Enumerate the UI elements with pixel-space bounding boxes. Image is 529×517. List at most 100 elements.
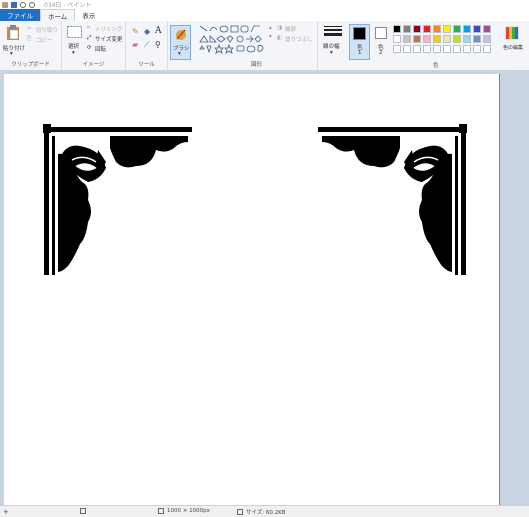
tab-home[interactable]: ホーム [40,9,76,21]
color-swatch[interactable] [483,35,491,43]
cut-button[interactable]: 切り取り [36,26,58,34]
color1-number: 1 [358,50,362,56]
tab-view[interactable]: 表示 [75,9,102,21]
line-width-dropdown-icon[interactable]: ▾ [330,50,333,56]
select-dropdown-icon[interactable]: ▾ [72,50,75,56]
image-dimensions: 1000 × 1000px [158,508,210,514]
color-swatch[interactable] [433,25,441,33]
line-width-button[interactable]: 線の幅 [323,42,340,50]
color2-swatch[interactable] [375,27,387,39]
canvas[interactable] [4,74,500,505]
brush-icon [176,29,186,40]
color-swatch[interactable] [443,25,451,33]
selection-icon [80,508,86,514]
fill-button[interactable]: 塗りつぶし [285,35,313,43]
rotate-icon: ⟳ [87,45,92,51]
color-picker-icon[interactable]: ⟋ [144,40,150,50]
rotate-button[interactable]: 回転 [95,45,106,53]
file-size-text: サイズ: 60.2KB [246,510,286,516]
brush-dropdown-icon: ▾ [178,51,181,57]
color-swatch[interactable] [393,45,401,53]
tab-file[interactable]: ファイル [0,9,40,21]
color-swatch[interactable] [413,35,421,43]
size-group: 線の幅 ▾ [318,21,348,70]
shapes-group: ▴ ▾ ◨ 輪郭 ◧ 塗りつぶし 図形 [196,21,318,70]
shapes-gallery[interactable] [198,24,270,54]
tools-group-label: ツール [138,62,155,68]
copy-icon: ⎘ [27,36,32,42]
color-swatch[interactable] [463,45,471,53]
redo-icon[interactable] [29,1,35,8]
dimensions-icon [158,508,164,514]
brush-group: ブラシ ▾ [168,21,194,70]
edit-colors-icon[interactable] [505,26,519,40]
color-swatch[interactable] [433,35,441,43]
colors-group-label: 色 [433,63,439,69]
color-swatch[interactable] [473,35,481,43]
gallery-down-icon[interactable]: ▾ [269,34,272,40]
color-swatch[interactable] [423,35,431,43]
color-swatch[interactable] [483,45,491,53]
line-width-icon[interactable] [324,26,342,38]
color-palette [393,25,492,54]
eraser-icon[interactable]: ▰ [132,40,138,49]
color-swatch[interactable] [483,25,491,33]
color-swatch[interactable] [423,45,431,53]
crop-icon: ⌗ [87,25,91,31]
crosshair-icon: + [3,508,9,516]
shapes-group-label: 図形 [250,62,262,68]
disk-icon [237,509,243,515]
image-group-label: イメージ [82,62,105,68]
status-bar: + 1000 × 1000px サイズ: 60.2KB [0,505,529,517]
color-swatch[interactable] [423,25,431,33]
selection-size [80,508,86,514]
color-swatch[interactable] [463,25,471,33]
magnifier-icon[interactable]: ⚲ [155,40,161,49]
color-swatch[interactable] [433,45,441,53]
paste-icon[interactable] [6,25,20,41]
pencil-icon[interactable]: ✎ [132,27,139,36]
crop-button[interactable]: トリミング [95,25,123,33]
color-swatch[interactable] [473,45,481,53]
ribbon-tabs: ファイル ホーム 表示 [0,9,529,21]
color-swatch[interactable] [393,25,401,33]
scissors-icon: ✂ [27,26,32,32]
fill-icon[interactable]: ◆ [144,27,150,36]
tools-group: ✎ ◆ A ▰ ⟋ ⚲ ツール [126,21,168,70]
color-swatch[interactable] [403,25,411,33]
select-icon[interactable] [67,26,82,38]
copy-button[interactable]: コピー [36,36,53,44]
color-swatch[interactable] [403,45,411,53]
fill-shape-icon: ◧ [277,35,283,41]
undo-icon[interactable] [20,1,26,8]
paste-button[interactable]: 貼り付け [3,44,25,52]
outline-button[interactable]: 輪郭 [285,25,296,33]
color-swatch[interactable] [413,25,421,33]
color-swatch[interactable] [463,35,471,43]
text-icon[interactable]: A [155,26,162,36]
color-swatch[interactable] [453,35,461,43]
gallery-scroll-icon[interactable]: ▴ [269,25,272,31]
outline-icon: ◨ [277,25,283,31]
color-swatch[interactable] [453,25,461,33]
resize-button[interactable]: サイズ変更 [95,35,122,43]
color-swatch[interactable] [443,45,451,53]
color1-group: 色 1 [348,21,371,70]
file-size: サイズ: 60.2KB [237,508,286,516]
app-icon [2,1,8,8]
cursor-position: + [3,508,9,516]
color-swatch[interactable] [473,25,481,33]
brush-label: ブラシ [173,46,190,52]
save-icon[interactable] [11,1,17,8]
color-swatch[interactable] [443,35,451,43]
color-swatch[interactable] [453,45,461,53]
resize-icon: ⤢ [87,35,92,41]
edit-colors-button[interactable]: 色の編集 [503,44,523,51]
image-group: 選択 ▾ ⌗ トリミング ⤢ サイズ変更 ⟳ 回転 イメージ [62,21,126,70]
color-swatch[interactable] [403,35,411,43]
color-swatch[interactable] [413,45,421,53]
image-dimensions-text: 1000 × 1000px [167,508,210,514]
color-swatch[interactable] [393,35,401,43]
select-button[interactable]: 選択 [68,42,79,50]
paste-dropdown-icon[interactable]: ▾ [10,51,13,57]
